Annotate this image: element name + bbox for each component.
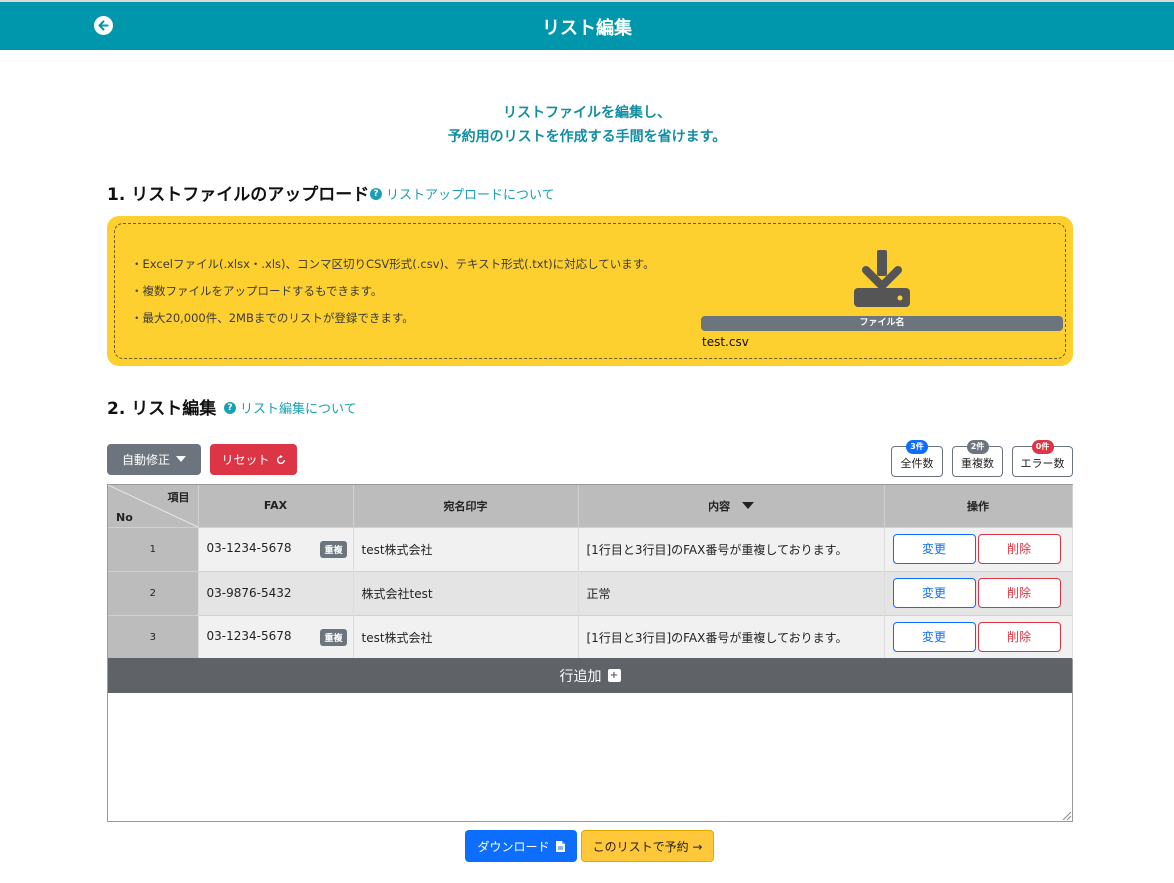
upload-help-label: リストアップロードについて: [386, 188, 555, 203]
total-count-button[interactable]: 3件 全件数: [891, 440, 943, 477]
fax-cell[interactable]: 03-1234-5678 重複: [198, 614, 354, 659]
corner-header: 項目 No: [108, 485, 199, 527]
delete-button[interactable]: 削除: [977, 622, 1061, 653]
auto-fix-button[interactable]: 自動修正: [107, 444, 201, 475]
upload-section-title: 1. リストファイルのアップロード: [107, 185, 370, 205]
name-cell[interactable]: test株式会社: [353, 614, 579, 659]
edit-section-title: 2. リスト編集: [107, 399, 217, 419]
dropzone-border: ・Excelファイル(.xlsx・.xls)、コンマ区切りCSV形式(.csv)…: [114, 223, 1066, 359]
sort-caret-down-icon: [741, 501, 754, 509]
file-name-label: ファイル名: [701, 316, 1063, 331]
name-cell[interactable]: test株式会社: [353, 526, 579, 571]
intro-line-2: 予約用のリストを作成する手間を省けます。: [447, 129, 727, 145]
resize-grip-icon[interactable]: [1062, 811, 1071, 820]
fax-value: 03-9876-5432: [206, 586, 292, 600]
duplicate-count-button[interactable]: 2件 重複数: [952, 440, 1003, 477]
fax-value: 03-1234-5678: [206, 628, 292, 643]
uploaded-file-name: test.csv: [702, 335, 749, 349]
error-count-label: エラー数: [1020, 457, 1065, 470]
edit-button[interactable]: 変更: [892, 622, 976, 653]
table-row: 1 03-1234-5678 重複 test株式会社 [1行目と3行目]のFAX番…: [108, 526, 1073, 571]
fax-value: 03-1234-5678: [206, 540, 292, 555]
fax-header: FAX: [198, 485, 354, 527]
question-icon: ?: [224, 401, 236, 414]
row-number: 3: [108, 614, 199, 659]
name-header: 宛名印字: [353, 485, 579, 527]
content-cell: [1行目と3行目]のFAX番号が重複しております。: [578, 526, 885, 571]
name-cell[interactable]: 株式会社test: [353, 570, 579, 615]
header-bar: リスト編集: [0, 0, 1174, 50]
total-count-label: 全件数: [900, 457, 934, 470]
caret-down-icon: [176, 456, 186, 462]
delete-button[interactable]: 削除: [977, 534, 1061, 564]
download-button[interactable]: ダウンロード: [465, 830, 577, 862]
error-count-badge: 0件: [1031, 440, 1054, 454]
content-cell: [1行目と3行目]のFAX番号が重複しております。: [578, 614, 885, 659]
upload-note: ・Excelファイル(.xlsx・.xls)、コンマ区切りCSV形式(.csv)…: [131, 257, 655, 271]
error-count-button[interactable]: 0件 エラー数: [1012, 440, 1073, 477]
reset-label: リセット: [221, 453, 270, 467]
duplicate-badge: 重複: [320, 628, 347, 646]
corner-item-label: 項目: [167, 491, 190, 504]
row-number: 1: [108, 526, 199, 571]
file-icon: [555, 840, 565, 852]
add-row-button[interactable]: 行追加 +: [108, 658, 1072, 693]
auto-fix-label: 自動修正: [121, 453, 170, 467]
content-header-label: 内容: [708, 499, 731, 513]
upload-note: ・複数ファイルをアップロードするもできます。: [131, 284, 383, 298]
upload-note: ・最大20,000件、2MBまでのリストが登録できます。: [131, 311, 414, 325]
plus-icon: +: [607, 669, 621, 682]
table-row: 3 03-1234-5678 重複 test株式会社 [1行目と3行目]のFAX番…: [108, 614, 1073, 659]
total-count-badge: 3件: [906, 440, 928, 454]
row-number: 2: [108, 570, 199, 615]
content-cell: 正常: [578, 570, 885, 615]
list-table-area[interactable]: 項目 No FAX 宛名印字 内容 操作 1 03-1234-5678 重複 te…: [107, 484, 1073, 822]
refresh-icon: [276, 454, 285, 464]
list-table: 項目 No FAX 宛名印字 内容 操作 1 03-1234-5678 重複 te…: [108, 485, 1073, 659]
corner-no-label: No: [116, 510, 133, 524]
content-header[interactable]: 内容: [578, 485, 885, 527]
duplicate-badge: 重複: [320, 540, 347, 558]
reset-button[interactable]: リセット: [210, 444, 297, 475]
table-row: 2 03-9876-5432 株式会社test 正常 変更 削除: [108, 570, 1073, 615]
duplicate-count-badge: 2件: [966, 440, 989, 454]
delete-button[interactable]: 削除: [977, 578, 1061, 608]
ops-cell: 変更 削除: [884, 570, 1073, 615]
fax-cell[interactable]: 03-1234-5678 重複: [198, 526, 354, 571]
ops-cell: 変更 削除: [884, 614, 1073, 659]
ops-cell: 変更 削除: [884, 526, 1073, 571]
fax-cell[interactable]: 03-9876-5432: [198, 570, 354, 615]
upload-help-link[interactable]: ? リストアップロードについて: [370, 184, 555, 203]
intro-text: リストファイルを編集し、 予約用のリストを作成する手間を省けます。: [0, 101, 1174, 149]
upload-dropzone[interactable]: ・Excelファイル(.xlsx・.xls)、コンマ区切りCSV形式(.csv)…: [107, 216, 1073, 366]
page-title: リスト編集: [542, 18, 632, 39]
edit-button[interactable]: 変更: [892, 578, 976, 608]
ops-header: 操作: [884, 485, 1073, 527]
question-icon: ?: [370, 187, 382, 200]
edit-help-label: リスト編集について: [240, 402, 357, 417]
upload-notes: ・Excelファイル(.xlsx・.xls)、コンマ区切りCSV形式(.csv)…: [131, 251, 655, 332]
reserve-with-list-button[interactable]: このリストで予約 →: [581, 830, 714, 862]
duplicate-count-label: 重複数: [961, 457, 994, 470]
add-row-label: 行追加: [559, 668, 602, 685]
download-label: ダウンロード: [477, 839, 550, 854]
download-tray-icon: [854, 250, 910, 307]
edit-button[interactable]: 変更: [892, 534, 976, 564]
intro-line-1: リストファイルを編集し、: [503, 105, 671, 121]
edit-help-link[interactable]: ? リスト編集について: [224, 398, 357, 417]
